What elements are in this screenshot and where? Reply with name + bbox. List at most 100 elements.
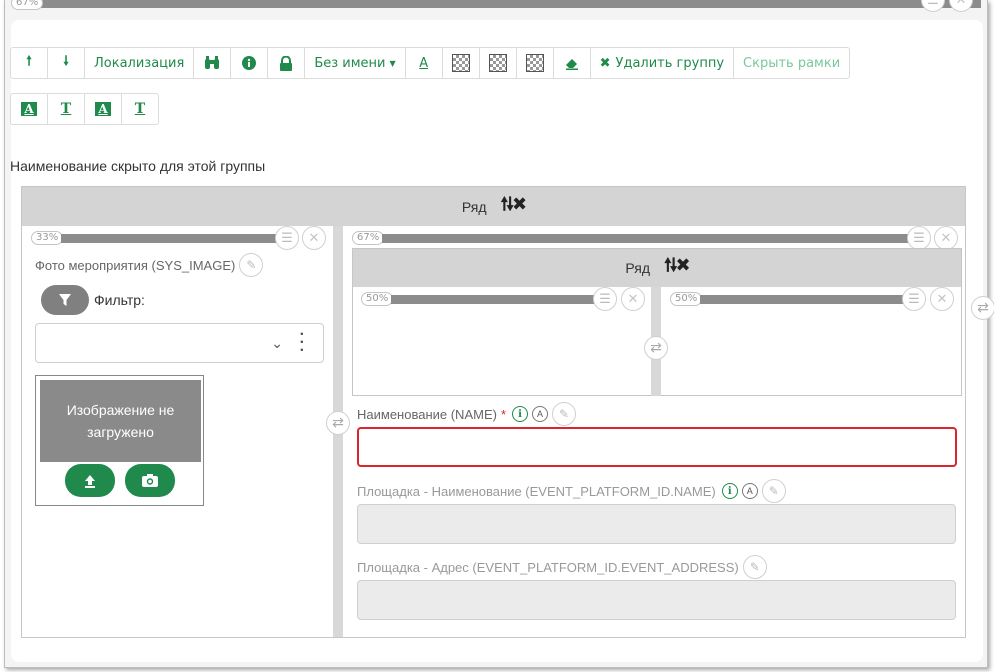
filter-select[interactable]: ⌄ · · · [35, 323, 324, 363]
outer-settings-icon[interactable]: ☰ [921, 0, 945, 12]
text-style-button-4[interactable]: T [121, 93, 159, 125]
info-button[interactable] [230, 47, 269, 79]
background-button-1[interactable] [441, 47, 480, 79]
photo-field-label-wrap: Фото мероприятия (SYS_IMAGE) ✎ [35, 253, 264, 277]
move-down-button[interactable]: 🠗 [47, 47, 85, 79]
left-col-width-badge: 33% [31, 231, 64, 245]
edit-icon[interactable]: ✎ [761, 479, 786, 503]
row-move-delete-icons[interactable]: 🠕🠗✖ [501, 192, 527, 222]
name-input[interactable] [357, 427, 957, 467]
localization-button[interactable]: Локализация [84, 47, 195, 79]
platform-name-label-wrap: Площадка - Наименование (EVENT_PLATFORM_… [357, 479, 786, 503]
row-label: Ряд [461, 198, 487, 215]
text-style-button-1[interactable]: A [10, 93, 48, 125]
info-icon[interactable]: i [512, 406, 529, 422]
info-icon[interactable]: i [721, 483, 738, 499]
right-col-close-icon[interactable]: ✕ [934, 226, 958, 250]
lock-button[interactable] [267, 47, 306, 79]
upload-icon [85, 474, 95, 488]
inner-right-close-icon[interactable]: ✕ [930, 287, 954, 311]
delete-group-button[interactable]: ✖ Удалить группу [589, 47, 735, 79]
name-field-label-wrap: Наименование (NAME) * i A ✎ [357, 402, 577, 426]
binoculars-button[interactable] [193, 47, 232, 79]
chevron-down-icon[interactable]: ⌄ [271, 335, 283, 352]
eraser-button[interactable] [552, 47, 591, 79]
outer-width-bar[interactable] [13, 0, 981, 8]
name-dropdown[interactable]: Без имени ▼ [304, 47, 406, 79]
binoculars-icon [205, 56, 220, 69]
right-col-width-badge: 67% [352, 231, 385, 245]
outer-swap-icon[interactable]: ⇄ [971, 296, 994, 320]
eraser-icon [565, 59, 578, 70]
transparent-bg-icon [525, 54, 544, 72]
background-button-3[interactable] [515, 47, 554, 79]
photo-field-label: Фото мероприятия (SYS_IMAGE) [35, 257, 236, 273]
name-dropdown-label: Без имени [314, 55, 386, 71]
font-color-button[interactable]: A [404, 47, 443, 79]
left-col-settings-icon[interactable]: ☰ [275, 226, 299, 250]
inner-left-close-icon[interactable]: ✕ [621, 287, 645, 311]
right-col-settings-icon[interactable]: ☰ [907, 226, 931, 250]
text-underline-icon: T [134, 101, 146, 117]
filter-button[interactable] [41, 285, 89, 315]
camera-icon [142, 474, 158, 487]
filter-label: Фильтр: [94, 292, 145, 308]
platform-address-input [357, 580, 956, 620]
lock-icon [280, 55, 293, 71]
hide-frames-button[interactable]: Скрыть рамки [733, 47, 851, 79]
text-style-button-3[interactable]: A [84, 93, 122, 125]
close-icon: ✖ [599, 55, 611, 71]
font-color-icon: A [419, 55, 429, 71]
move-up-button[interactable]: 🠕 [10, 47, 48, 79]
group-hidden-caption: Наименование скрыто для этой группы [10, 158, 266, 174]
inner-right-width-badge: 50% [670, 292, 703, 306]
filter-icon [59, 294, 71, 306]
platform-address-label-wrap: Площадка - Адрес (EVENT_PLATFORM_ID.EVEN… [357, 555, 767, 579]
background-button-2[interactable] [478, 47, 517, 79]
text-underline-icon: T [60, 101, 72, 117]
text-bg-bold-icon: A [21, 102, 37, 116]
more-vertical-icon[interactable]: · · · [300, 327, 305, 359]
info-icon [242, 56, 257, 70]
transparent-bg-icon [451, 54, 470, 72]
outer-close-icon[interactable]: ✕ [949, 0, 973, 12]
delete-group-label: Удалить группу [615, 55, 725, 71]
swap-columns-icon[interactable]: ⇄ [326, 411, 350, 435]
left-col-width-bar[interactable] [61, 234, 277, 243]
localization-a-icon[interactable]: A [532, 406, 549, 422]
transparent-bg-icon [488, 54, 507, 72]
upload-button[interactable] [65, 464, 115, 497]
platform-name-label: Площадка - Наименование (EVENT_PLATFORM_… [357, 483, 716, 499]
inner-right-settings-icon[interactable]: ☰ [902, 287, 926, 311]
edit-icon[interactable]: ✎ [742, 555, 767, 579]
inner-row-label: Ряд [625, 260, 651, 276]
inner-row-move-delete-icons[interactable]: 🠕🠗✖ [664, 253, 690, 283]
image-upload-widget: Изображение не загружено [35, 375, 204, 506]
required-marker: * [500, 406, 507, 422]
arrow-up-icon: 🠕 [26, 54, 32, 69]
inner-right-width-bar[interactable] [700, 295, 904, 304]
inner-left-width-badge: 50% [361, 292, 394, 306]
arrow-down-icon: 🠗 [63, 54, 69, 69]
toolbar-main: 🠕 🠗 Локализация Без имени ▼ A ✖ Удалить … [10, 47, 851, 79]
platform-name-input [357, 504, 956, 544]
image-placeholder: Изображение не загружено [40, 380, 201, 462]
camera-button[interactable] [125, 464, 175, 497]
toolbar-text-style: A T A T [10, 93, 159, 125]
right-col-width-bar[interactable] [382, 234, 910, 243]
edit-icon[interactable]: ✎ [552, 402, 577, 426]
text-bg-bold-icon: A [95, 102, 111, 116]
text-style-button-2[interactable]: T [47, 93, 85, 125]
inner-swap-columns-icon[interactable]: ⇄ [644, 336, 668, 360]
row-header: Ряд 🠕🠗✖ [22, 187, 965, 226]
outer-width-badge: 67% [11, 0, 44, 10]
localization-a-icon[interactable]: A [741, 483, 758, 499]
inner-left-width-bar[interactable] [391, 295, 595, 304]
caret-down-icon: ▼ [389, 58, 396, 68]
platform-address-label: Площадка - Адрес (EVENT_PLATFORM_ID.EVEN… [357, 559, 739, 575]
left-col-close-icon[interactable]: ✕ [302, 226, 326, 250]
name-field-label: Наименование (NAME) [357, 406, 497, 422]
inner-left-settings-icon[interactable]: ☰ [593, 287, 617, 311]
edit-icon[interactable]: ✎ [239, 253, 264, 277]
inner-row-header: Ряд 🠕🠗✖ [353, 249, 961, 287]
